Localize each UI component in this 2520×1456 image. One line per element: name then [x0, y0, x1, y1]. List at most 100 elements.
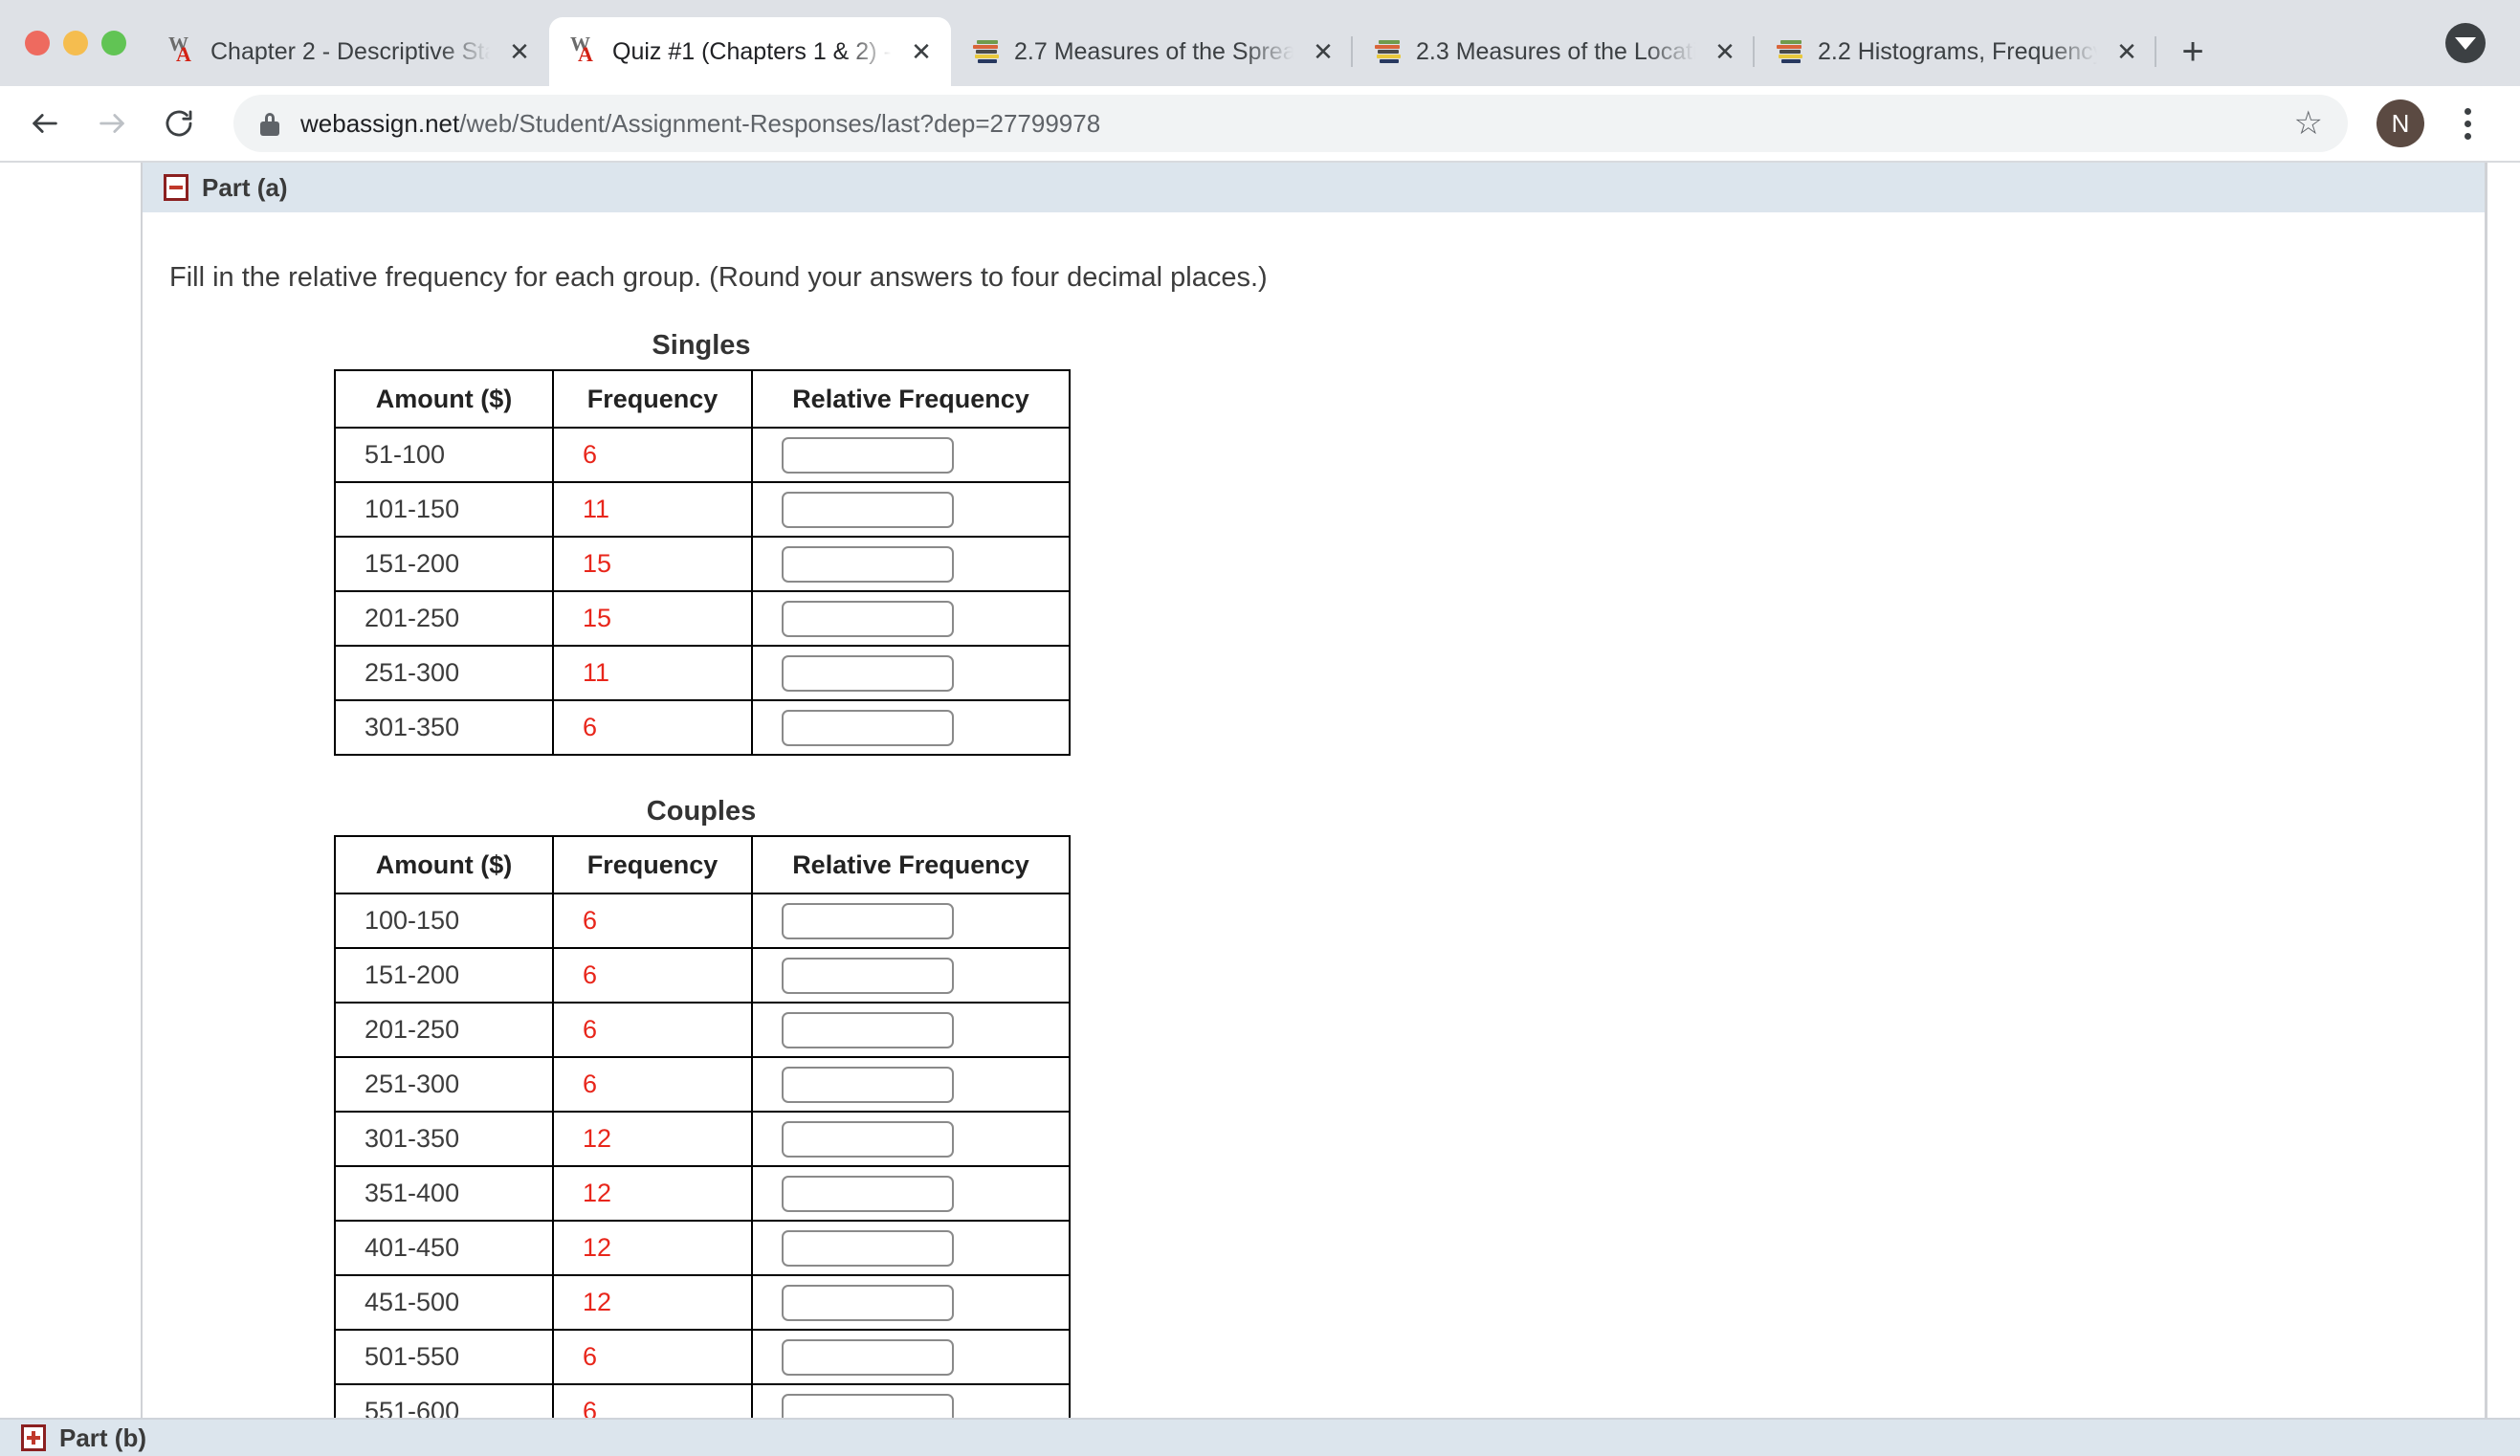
frequency-cell: 6	[552, 1329, 753, 1385]
relative-frequency-cell	[751, 699, 1071, 756]
frequency-cell: 15	[552, 536, 753, 592]
frequency-table-block: Couples Amount ($) Frequency Relative Frequ…	[334, 796, 2485, 1440]
part-b-header[interactable]: Part (b)	[0, 1418, 2520, 1456]
relative-frequency-input[interactable]	[782, 545, 954, 583]
frequency-table: Amount ($) Frequency Relative Frequency 100…	[334, 835, 1071, 1440]
reload-button[interactable]	[149, 94, 209, 153]
part-a-header[interactable]: Part (a)	[143, 163, 2485, 212]
tab-close-icon[interactable]: ✕	[1709, 35, 1741, 68]
frequency-table: Amount ($) Frequency Relative Frequency 51-…	[334, 369, 1071, 756]
zoom-window-button[interactable]	[101, 31, 126, 55]
relative-frequency-cell	[751, 1002, 1071, 1058]
relative-frequency-input[interactable]	[782, 1175, 954, 1212]
frequency-cell: 6	[552, 427, 753, 483]
relative-frequency-input[interactable]	[782, 709, 954, 746]
tab-title: 2.7 Measures of the Spread	[1014, 37, 1293, 65]
tab-strip: W A Chapter 2 - Descriptive Stat ✕ W A Quiz #1…	[0, 0, 2520, 86]
part-a-prompt: Fill in the relative frequency for each …	[169, 262, 1268, 293]
relative-frequency-cell	[751, 1220, 1071, 1276]
forward-button[interactable]	[82, 94, 142, 153]
table-header-row: Amount ($) Frequency Relative Frequency	[334, 835, 1071, 894]
frequency-cell: 6	[552, 699, 753, 756]
relative-frequency-cell	[751, 1274, 1071, 1331]
assignment-content-column: Part (a) Fill in the relative frequency …	[141, 163, 2487, 1456]
tab-close-icon[interactable]: ✕	[503, 35, 536, 68]
relative-frequency-cell	[751, 1329, 1071, 1385]
relative-frequency-column-header: Relative Frequency	[751, 835, 1071, 894]
table-row: 301-350 6	[334, 699, 1071, 756]
table-row: 401-450 12	[334, 1220, 1071, 1276]
part-a-label: Part (a)	[202, 172, 288, 202]
browser-menu-button[interactable]	[2443, 97, 2491, 150]
browser-toolbar: webassign.net/web/Student/Assignment-Res…	[0, 86, 2520, 161]
table-row: 100-150 6	[334, 893, 1071, 949]
profile-avatar[interactable]: N	[2376, 99, 2424, 147]
amount-cell: 301-350	[334, 699, 554, 756]
table-spacer	[143, 756, 2485, 796]
expand-part-b-icon[interactable]	[21, 1424, 46, 1451]
forward-arrow-icon	[99, 114, 124, 133]
back-button[interactable]	[15, 94, 75, 153]
table-row: 201-250 6	[334, 1002, 1071, 1058]
browser-tab[interactable]: W A Quiz #1 (Chapters 1 & 2) - M ✕	[549, 17, 951, 86]
relative-frequency-cell	[751, 893, 1071, 949]
tab-title: Quiz #1 (Chapters 1 & 2) - M	[612, 37, 892, 65]
amount-cell: 151-200	[334, 536, 554, 592]
amount-cell: 501-550	[334, 1329, 554, 1385]
browser-tab[interactable]: 2.3 Measures of the Locatio ✕	[1353, 17, 1755, 86]
lock-icon	[260, 111, 279, 136]
table-header-row: Amount ($) Frequency Relative Frequency	[334, 369, 1071, 429]
address-bar[interactable]: webassign.net/web/Student/Assignment-Res…	[233, 95, 2348, 152]
relative-frequency-input[interactable]	[782, 436, 954, 474]
relative-frequency-input[interactable]	[782, 1338, 954, 1376]
window-controls	[17, 0, 147, 86]
minimize-window-button[interactable]	[63, 31, 88, 55]
part-b-label: Part (b)	[59, 1423, 146, 1452]
back-arrow-icon	[33, 114, 57, 133]
kebab-dot	[2464, 120, 2471, 127]
amount-cell: 251-300	[334, 1056, 554, 1113]
tab-close-icon[interactable]: ✕	[2111, 35, 2143, 68]
relative-frequency-input[interactable]	[782, 1284, 954, 1321]
relative-frequency-input[interactable]	[782, 1120, 954, 1158]
browser-window: W A Chapter 2 - Descriptive Stat ✕ W A Quiz #1…	[0, 0, 2520, 1456]
relative-frequency-input[interactable]	[782, 957, 954, 994]
amount-cell: 401-450	[334, 1220, 554, 1276]
relative-frequency-input[interactable]	[782, 600, 954, 637]
amount-cell: 451-500	[334, 1274, 554, 1331]
amount-cell: 201-250	[334, 590, 554, 647]
frequency-cell: 12	[552, 1220, 753, 1276]
webassign-favicon-icon: WA	[570, 33, 593, 66]
close-window-button[interactable]	[25, 31, 50, 55]
amount-cell: 351-400	[334, 1165, 554, 1222]
relative-frequency-input[interactable]	[782, 654, 954, 692]
webassign-favicon-icon: WA	[168, 33, 191, 66]
relative-frequency-input[interactable]	[782, 902, 954, 939]
relative-frequency-input[interactable]	[782, 1011, 954, 1048]
browser-tabs: W A Chapter 2 - Descriptive Stat ✕ W A Quiz #1…	[147, 0, 2156, 86]
frequency-cell: 12	[552, 1111, 753, 1167]
browser-tab[interactable]: 2.7 Measures of the Spread ✕	[951, 17, 1353, 86]
amount-column-header: Amount ($)	[334, 369, 554, 429]
tab-close-icon[interactable]: ✕	[905, 35, 938, 68]
relative-frequency-input[interactable]	[782, 1229, 954, 1267]
bookmark-star-icon[interactable]: ☆	[2294, 107, 2323, 140]
new-tab-button[interactable]: +	[2166, 25, 2220, 78]
tab-title: 2.3 Measures of the Locatio	[1416, 37, 1695, 65]
table-caption: Couples	[646, 796, 757, 827]
table-row: 101-150 11	[334, 481, 1071, 538]
collapse-part-a-icon[interactable]	[164, 174, 188, 201]
browser-tab[interactable]: 2.2 Histograms, Frequency ✕	[1755, 17, 2156, 86]
tab-search-button[interactable]	[2445, 23, 2486, 63]
kebab-dot	[2464, 132, 2471, 140]
amount-cell: 251-300	[334, 645, 554, 701]
tab-close-icon[interactable]: ✕	[1307, 35, 1339, 68]
relative-frequency-input[interactable]	[782, 491, 954, 528]
amount-cell: 201-250	[334, 1002, 554, 1058]
url-host: webassign.net	[300, 108, 460, 138]
frequency-column-header: Frequency	[552, 835, 753, 894]
browser-tab[interactable]: W A Chapter 2 - Descriptive Stat ✕	[147, 17, 549, 86]
relative-frequency-input[interactable]	[782, 1066, 954, 1103]
page-viewport: Part (a) Fill in the relative frequency …	[0, 161, 2520, 1456]
tab-divider	[2155, 36, 2156, 67]
